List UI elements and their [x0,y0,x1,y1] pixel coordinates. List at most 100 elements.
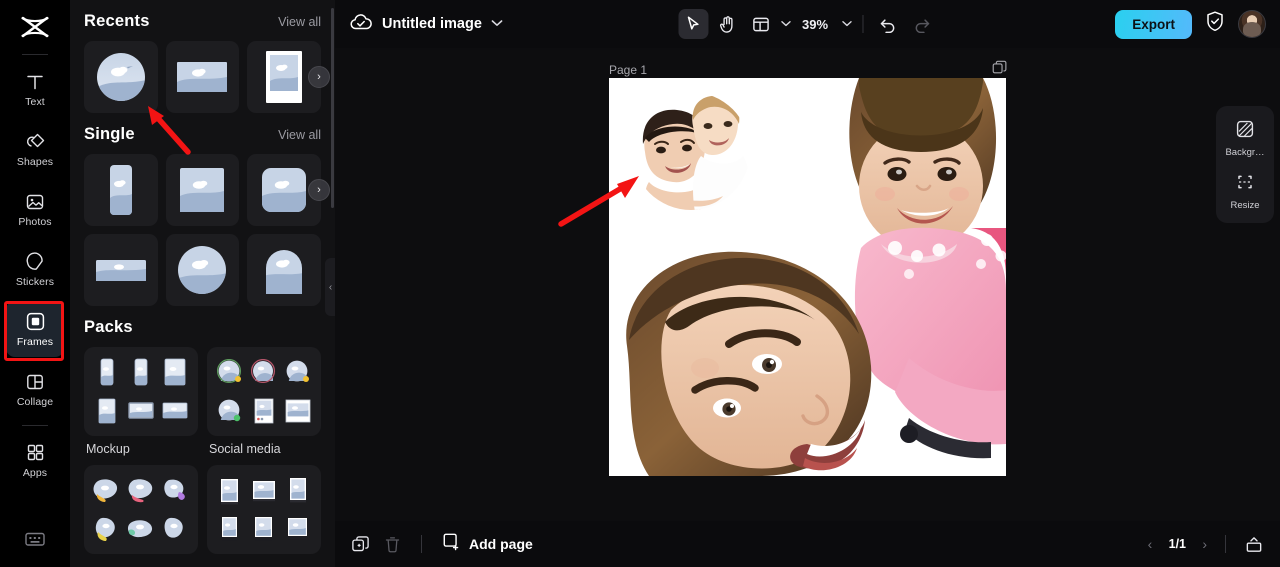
sidebar-item-text[interactable]: Text [6,61,64,117]
duplicate-page-icon[interactable] [992,60,1007,80]
right-tool-panel: Backgr… Resize [1216,106,1274,223]
resize-icon [1235,172,1255,197]
pack-label: Social media [209,442,281,456]
pack-shadow[interactable] [207,465,321,560]
panel-collapse-handle[interactable]: ‹ [325,258,335,316]
zoom-level[interactable]: 39% [799,17,831,32]
layout-chevron-icon[interactable] [780,19,791,30]
text-icon [24,71,46,93]
sidebar-item-stickers[interactable]: Stickers [6,241,64,297]
sidebar-item-label: Photos [18,215,52,228]
toolbar-divider [862,15,864,33]
export-button[interactable]: Export [1115,9,1192,39]
pack-cell [249,355,279,389]
single-grid-row2 [84,234,321,306]
zoom-chevron-icon[interactable] [841,19,852,30]
undo-button[interactable] [873,9,903,39]
prev-page-button[interactable]: ‹ [1148,536,1153,552]
hand-tool[interactable] [712,9,742,39]
layout-tool[interactable] [746,9,776,39]
export-box-icon[interactable] [1244,535,1264,554]
sidebar-item-apps[interactable]: Apps [6,432,64,488]
left-rail: Text Shapes Photos Stickers Frames Colla… [0,0,70,567]
sidebar-item-collage[interactable]: Collage [6,361,64,417]
packs-grid: Mockup Social media [84,347,321,560]
pack-cell [215,355,245,389]
top-toolbar: Untitled image 39% Export [335,0,1280,48]
pack-social-media[interactable]: Social media [207,347,321,456]
pack-mockup[interactable]: Mockup [84,347,198,456]
select-tool[interactable] [677,9,708,39]
single-next-button[interactable]: › [308,179,330,201]
pack-cell [283,512,313,546]
page-header: Page 1 [609,60,1007,80]
document-title[interactable]: Untitled image [382,16,482,32]
pack-card-preview[interactable] [84,465,198,554]
resize-label: Resize [1230,199,1260,211]
top-right-group: Export [1115,9,1266,39]
pack-cell [249,394,279,428]
pack-card-preview[interactable] [84,347,198,436]
redo-button[interactable] [907,9,937,39]
pack-card-preview[interactable] [207,347,321,436]
add-page-label: Add page [469,536,533,552]
shield-check-icon[interactable] [1204,10,1226,38]
pack-thumb-grid [215,473,313,546]
user-avatar[interactable] [1238,10,1266,38]
document-title-group[interactable]: Untitled image [349,12,503,37]
pack-card-preview[interactable] [207,465,321,554]
frame-thumb-portrait-rounded[interactable] [84,154,158,226]
frame-thumb-wide[interactable] [84,234,158,306]
recents-next-button[interactable]: › [308,66,330,88]
section-title: Recents [84,12,150,30]
section-header-single: Single View all [84,113,321,154]
bottom-toolbar: Add page ‹ 1/1 › [335,521,1280,567]
frame-thumb-arch[interactable] [247,234,321,306]
bottom-divider-2 [1225,535,1226,553]
pack-blob[interactable] [84,465,198,560]
view-all-recents[interactable]: View all [278,15,321,29]
center-tool-group: 39% [677,9,937,39]
pack-cell [283,473,313,507]
resize-button[interactable]: Resize [1219,166,1271,217]
next-page-button[interactable]: › [1202,536,1207,552]
bottom-right-group: ‹ 1/1 › [1148,535,1264,554]
sidebar-item-shapes[interactable]: Shapes [6,121,64,177]
sidebar-item-frames[interactable]: Frames [6,301,64,357]
sidebar-item-photos[interactable]: Photos [6,181,64,237]
sidebar-item-label: Stickers [15,275,55,288]
frame-thumb-square[interactable] [165,154,240,226]
recents-grid: › [84,41,330,113]
frame-thumb-circle[interactable] [84,41,158,113]
keyboard-icon[interactable] [24,530,46,553]
single-grid: › [84,154,330,226]
pack-label: Mockup [86,442,130,456]
pack-cell [283,394,313,428]
sidebar-item-label: Frames [16,335,54,348]
panel-scrollbar[interactable] [331,8,334,208]
trash-icon[interactable] [384,535,401,554]
main-area: Untitled image 39% Export Page 1 Backgr…… [335,0,1280,567]
frame-thumb-circle-2[interactable] [165,234,240,306]
frames-panel-content: Recents View all › Single View all › Pac… [70,0,335,560]
background-button[interactable]: Backgr… [1219,113,1271,164]
pack-cell [283,355,313,389]
capcut-logo-icon[interactable] [15,10,55,44]
chevron-down-icon[interactable] [491,19,503,30]
bottom-divider [421,535,422,553]
frames-panel: Recents View all › Single View all › Pac… [70,0,335,567]
view-all-single[interactable]: View all [278,128,321,142]
shapes-icon [24,131,46,153]
section-title: Packs [84,318,133,336]
background-label: Backgr… [1225,147,1265,158]
pack-cell [126,473,156,507]
background-icon [1235,119,1255,144]
frame-thumb-landscape[interactable] [165,41,240,113]
canvas-area[interactable]: Page 1 Backgr… Resize [335,48,1280,521]
pack-thumb-grid [215,355,313,428]
add-page-button[interactable]: Add page [442,532,533,556]
pack-cell [160,473,190,507]
duplicate-icon[interactable] [351,535,370,554]
pack-cell [215,512,245,546]
artboard-page-1[interactable] [609,78,1006,476]
